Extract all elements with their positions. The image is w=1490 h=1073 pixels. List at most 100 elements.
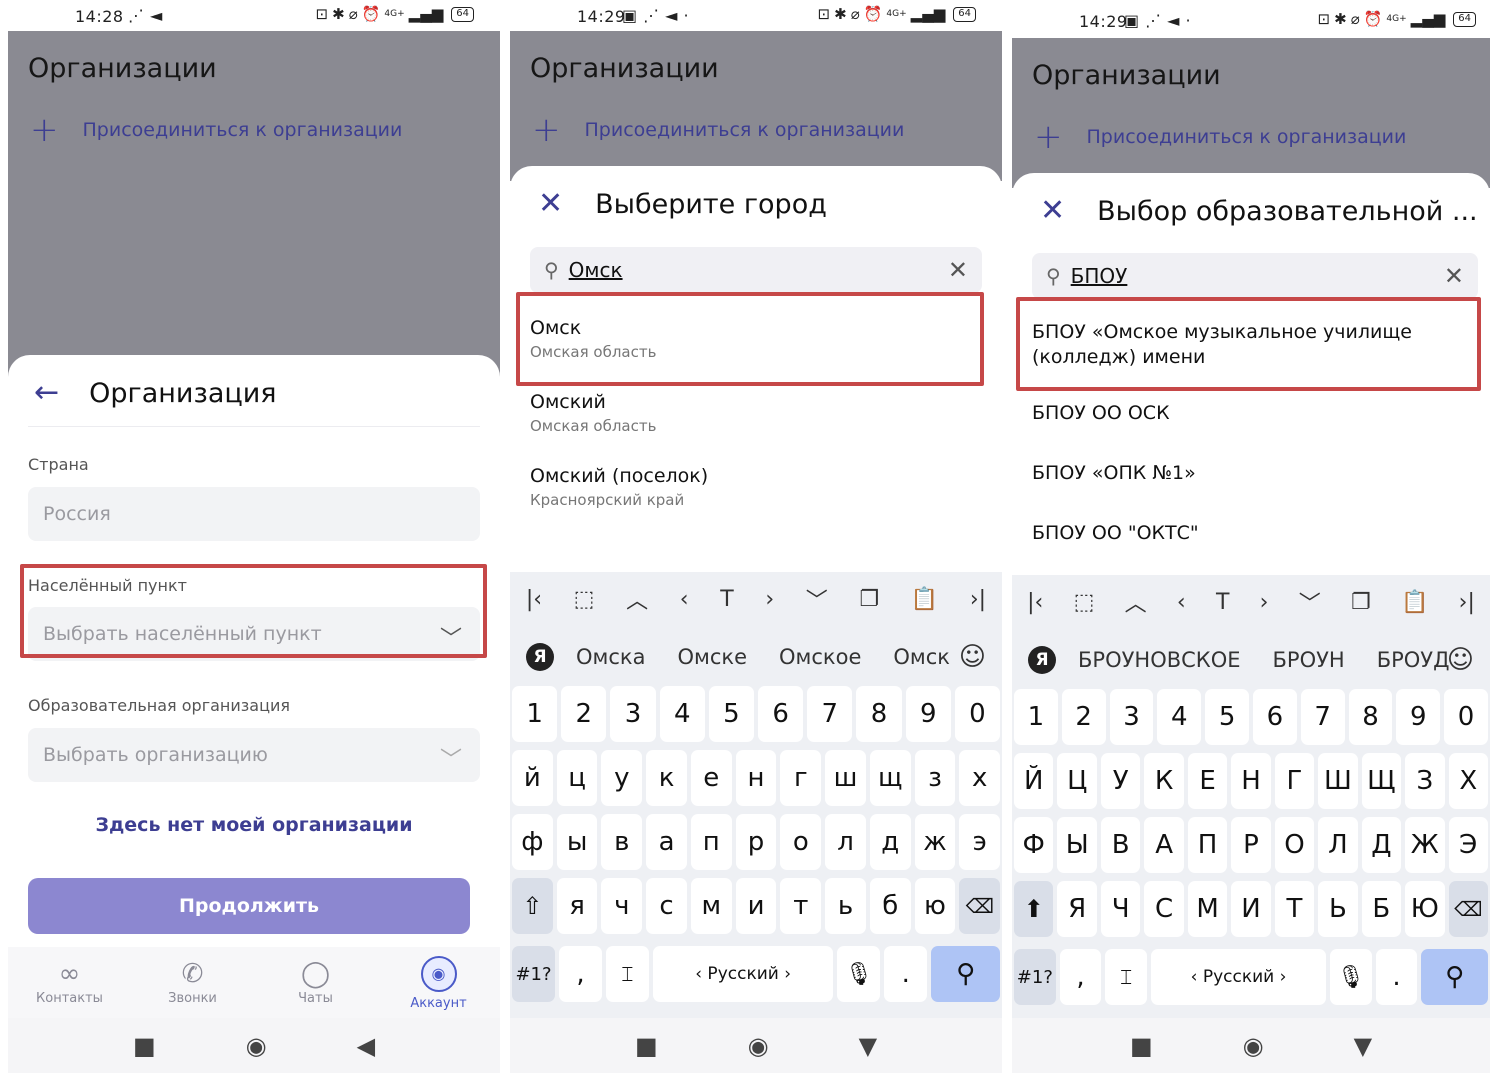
key[interactable]: ь xyxy=(825,878,866,934)
suggestion[interactable]: Омска xyxy=(576,645,645,669)
period-key[interactable]: . xyxy=(1375,949,1418,1005)
key[interactable]: щ xyxy=(869,750,911,806)
key[interactable]: 6 xyxy=(758,686,804,742)
comma-key[interactable]: , xyxy=(1059,949,1102,1005)
shift-key[interactable]: ⇧ xyxy=(512,878,553,934)
key[interactable]: И xyxy=(1231,881,1271,937)
key[interactable]: У xyxy=(1100,753,1141,809)
cursor-right-icon[interactable]: › xyxy=(765,587,774,612)
microphone-icon[interactable]: 🎙 xyxy=(837,946,881,1002)
key[interactable]: Ш xyxy=(1318,753,1358,809)
cursor-down-icon[interactable]: ﹀ xyxy=(806,583,828,615)
search-input[interactable]: ⚲ БПОУ ✕ xyxy=(1032,253,1478,299)
key[interactable]: й xyxy=(512,750,553,806)
key[interactable]: к xyxy=(646,750,687,806)
key[interactable]: и xyxy=(735,878,777,934)
tab-chats[interactable]: ◯ Чаты xyxy=(254,947,377,1019)
close-icon[interactable]: ✕ xyxy=(538,189,563,219)
key[interactable]: я xyxy=(556,878,598,934)
key[interactable]: 3 xyxy=(1109,689,1154,745)
key[interactable]: 5 xyxy=(708,686,755,742)
microphone-icon[interactable]: 🎙 xyxy=(1330,949,1372,1005)
key[interactable]: Й xyxy=(1014,753,1054,809)
key[interactable]: Д xyxy=(1361,817,1402,873)
key[interactable]: Ы xyxy=(1057,817,1097,873)
key[interactable]: Т xyxy=(1274,881,1315,937)
text-select-icon[interactable]: T xyxy=(720,587,733,612)
key[interactable]: ю xyxy=(914,878,956,934)
yandex-logo-icon[interactable]: Я xyxy=(1028,646,1056,674)
key[interactable]: В xyxy=(1100,817,1141,873)
key[interactable]: Щ xyxy=(1361,753,1402,809)
key[interactable]: л xyxy=(825,814,866,870)
key[interactable]: ы xyxy=(556,814,598,870)
key[interactable]: 7 xyxy=(1300,689,1345,745)
symbols-key[interactable]: #1? xyxy=(1014,949,1056,1005)
hide-keyboard-icon[interactable]: ▼ xyxy=(859,1032,877,1060)
key[interactable]: у xyxy=(601,750,643,806)
key[interactable]: а xyxy=(646,814,687,870)
key[interactable]: ч xyxy=(601,878,643,934)
join-organization-link[interactable]: + Присоединиться к организации xyxy=(30,113,402,147)
close-icon[interactable]: ✕ xyxy=(1040,196,1065,226)
key[interactable]: З xyxy=(1405,753,1445,809)
key[interactable]: 3 xyxy=(610,686,656,742)
backspace-key[interactable]: ⌫ xyxy=(959,878,1001,934)
yandex-logo-icon[interactable]: Я xyxy=(526,643,554,671)
text-select-icon[interactable]: T xyxy=(1216,590,1229,615)
key[interactable]: Б xyxy=(1361,881,1402,937)
key[interactable]: х xyxy=(959,750,1001,806)
key[interactable]: Г xyxy=(1274,753,1315,809)
key[interactable]: т xyxy=(780,878,822,934)
cursor-key[interactable]: ⌶ xyxy=(1105,949,1148,1005)
tab-account[interactable]: ◉ Аккаунт xyxy=(377,947,500,1019)
key[interactable]: 1 xyxy=(1014,689,1058,745)
key[interactable]: ц xyxy=(556,750,598,806)
back-arrow-icon[interactable]: ← xyxy=(34,378,59,408)
home-icon[interactable]: ◉ xyxy=(1243,1032,1264,1060)
key[interactable]: д xyxy=(869,814,911,870)
clear-icon[interactable]: ✕ xyxy=(948,256,968,284)
suggestion[interactable]: Омское xyxy=(779,645,861,669)
key[interactable]: Ч xyxy=(1100,881,1141,937)
back-icon[interactable]: ◀ xyxy=(357,1032,375,1060)
key[interactable]: Х xyxy=(1448,753,1488,809)
join-organization-link[interactable]: + Присоединиться к организации xyxy=(532,113,904,147)
key[interactable]: 0 xyxy=(1444,689,1488,745)
key[interactable]: 4 xyxy=(659,686,705,742)
key[interactable]: 8 xyxy=(856,686,902,742)
list-item[interactable]: Омский (поселок) Красноярский край xyxy=(530,464,982,509)
edu-org-select[interactable]: Выбрать организацию ﹀ xyxy=(28,728,480,782)
key[interactable]: 2 xyxy=(1061,689,1106,745)
key[interactable]: С xyxy=(1144,881,1184,937)
clipboard-icon[interactable]: 📋 xyxy=(1401,590,1428,615)
not-found-link[interactable]: Здесь нет моей организации xyxy=(8,814,500,836)
home-icon[interactable]: ◉ xyxy=(246,1032,267,1060)
key[interactable]: 2 xyxy=(561,686,607,742)
emoji-icon[interactable]: ☺ xyxy=(1447,645,1474,675)
suggestion[interactable]: БРОУН xyxy=(1273,648,1345,672)
key[interactable]: Ь xyxy=(1318,881,1358,937)
key[interactable]: 7 xyxy=(807,686,853,742)
join-organization-link[interactable]: + Присоединиться к организации xyxy=(1034,120,1406,154)
cursor-up-icon[interactable]: ︿ xyxy=(1125,586,1147,618)
key[interactable]: б xyxy=(869,878,911,934)
key[interactable]: П xyxy=(1187,817,1228,873)
key[interactable]: Н xyxy=(1231,753,1271,809)
key[interactable]: 8 xyxy=(1348,689,1393,745)
comma-key[interactable]: , xyxy=(558,946,602,1002)
suggestion[interactable]: Омске xyxy=(677,645,747,669)
cursor-end-icon[interactable]: ›| xyxy=(1459,590,1475,615)
key[interactable]: Э xyxy=(1448,817,1488,873)
key[interactable]: ш xyxy=(825,750,866,806)
key[interactable]: Ф xyxy=(1014,817,1054,873)
key[interactable]: 9 xyxy=(1396,689,1441,745)
key[interactable]: п xyxy=(690,814,732,870)
search-input[interactable]: ⚲ Омск ✕ xyxy=(530,247,982,293)
key[interactable]: 5 xyxy=(1205,689,1249,745)
key[interactable]: м xyxy=(690,878,732,934)
cursor-start-icon[interactable]: |‹ xyxy=(526,587,542,612)
cursor-start-icon[interactable]: |‹ xyxy=(1027,590,1043,615)
tab-calls[interactable]: ✆ Звонки xyxy=(131,947,254,1019)
clear-icon[interactable]: ✕ xyxy=(1444,262,1464,290)
